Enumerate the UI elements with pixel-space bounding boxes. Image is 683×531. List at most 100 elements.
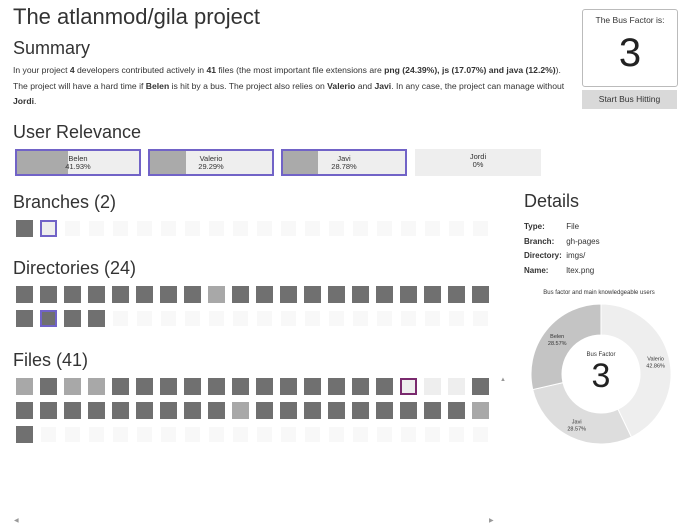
directory-cell[interactable] — [88, 286, 105, 303]
file-cell[interactable] — [256, 378, 273, 395]
user-relevance-heading: User Relevance — [13, 122, 142, 142]
bus-factor-box: The Bus Factor is: 3 — [582, 9, 678, 87]
file-cell[interactable] — [352, 402, 369, 419]
directory-cell[interactable] — [136, 286, 153, 303]
directory-cell[interactable] — [256, 286, 273, 303]
directory-cell[interactable] — [232, 286, 249, 303]
placeholder-cell — [209, 311, 224, 326]
file-cell[interactable] — [448, 378, 465, 395]
file-cell[interactable] — [232, 378, 249, 395]
placeholder-cell — [161, 311, 176, 326]
file-cell[interactable] — [472, 402, 489, 419]
directory-cell[interactable] — [16, 310, 33, 327]
file-cell[interactable] — [208, 378, 225, 395]
directory-cell[interactable] — [424, 286, 441, 303]
file-cell[interactable] — [208, 402, 225, 419]
file-cell[interactable] — [160, 402, 177, 419]
user-relevance-jordi[interactable]: Jordi 0% — [415, 149, 541, 176]
scroll-right-arrow-icon[interactable]: ▶ — [489, 517, 494, 524]
file-cell[interactable] — [16, 402, 33, 419]
file-cell[interactable] — [184, 402, 201, 419]
file-cell[interactable] — [64, 378, 81, 395]
file-cell[interactable] — [184, 378, 201, 395]
user-percentage: 29.29% — [198, 162, 224, 171]
file-cell[interactable] — [232, 402, 249, 419]
placeholder-cell — [209, 427, 224, 442]
directory-cell[interactable] — [328, 286, 345, 303]
user-relevance-label: Jordi 0% — [415, 153, 541, 169]
file-cell[interactable] — [256, 402, 273, 419]
directory-cell[interactable] — [376, 286, 393, 303]
placeholder-cell — [257, 221, 272, 236]
branch-cell[interactable] — [16, 220, 33, 237]
user-percentage: 0% — [472, 160, 484, 169]
file-cell[interactable] — [424, 402, 441, 419]
directory-cell[interactable] — [16, 286, 33, 303]
user-relevance-valerio[interactable]: Valerio 29.29% — [148, 149, 274, 176]
directory-cell[interactable] — [472, 286, 489, 303]
file-cell[interactable] — [328, 402, 345, 419]
directory-cell[interactable] — [448, 286, 465, 303]
branches-heading: Branches (2) — [13, 192, 117, 212]
directory-cell[interactable] — [184, 286, 201, 303]
user-relevance-belen[interactable]: Belen 41.93% — [15, 149, 141, 176]
directory-cell[interactable] — [352, 286, 369, 303]
start-bus-hitting-button[interactable]: Start Bus Hitting — [582, 90, 677, 109]
file-cell[interactable] — [112, 378, 129, 395]
files-vertical-scrollbar[interactable]: ▲ — [499, 377, 507, 515]
file-cell[interactable] — [88, 402, 105, 419]
chart-title: Bus factor and main knowledgeable users — [543, 290, 655, 296]
file-cell[interactable] — [448, 402, 465, 419]
donut-slice-name: Valerio — [647, 357, 664, 363]
file-cell[interactable] — [400, 378, 417, 395]
file-cell[interactable] — [160, 378, 177, 395]
file-cell[interactable] — [400, 402, 417, 419]
directory-cell[interactable] — [88, 310, 105, 327]
file-cell[interactable] — [280, 378, 297, 395]
placeholder-cell — [401, 221, 416, 236]
directory-cell[interactable] — [160, 286, 177, 303]
file-cell[interactable] — [280, 402, 297, 419]
file-cell[interactable] — [304, 402, 321, 419]
directory-cell[interactable] — [40, 310, 57, 327]
directory-cell[interactable] — [400, 286, 417, 303]
directory-cell[interactable] — [40, 286, 57, 303]
file-cell[interactable] — [376, 402, 393, 419]
file-cell[interactable] — [16, 378, 33, 395]
directory-cell[interactable] — [280, 286, 297, 303]
donut-center-value: 3 — [592, 357, 611, 395]
file-cell[interactable] — [304, 378, 321, 395]
bus-factor-value: 3 — [618, 31, 642, 75]
placeholder-cell — [425, 221, 440, 236]
file-cell[interactable] — [376, 378, 393, 395]
file-cell[interactable] — [472, 378, 489, 395]
file-cell[interactable] — [40, 402, 57, 419]
files-horizontal-scrollbar[interactable]: ◀ ▶ — [12, 516, 499, 524]
file-cell[interactable] — [136, 378, 153, 395]
placeholder-cell — [305, 427, 320, 442]
file-cell[interactable] — [136, 402, 153, 419]
placeholder-cell — [161, 221, 176, 236]
donut-slice-name: Javi — [572, 419, 582, 425]
placeholder-cell — [329, 427, 344, 442]
file-cell[interactable] — [40, 378, 57, 395]
file-cell[interactable] — [16, 426, 33, 443]
directory-cell[interactable] — [64, 310, 81, 327]
file-cell[interactable] — [112, 402, 129, 419]
directory-cell[interactable] — [304, 286, 321, 303]
file-cell[interactable] — [64, 402, 81, 419]
directory-cell[interactable] — [208, 286, 225, 303]
branch-cell[interactable] — [40, 220, 57, 237]
placeholder-cell — [305, 311, 320, 326]
donut-slice-pct: 28.57% — [548, 341, 567, 347]
user-relevance-javi[interactable]: Javi 28.78% — [281, 149, 407, 176]
file-cell[interactable] — [352, 378, 369, 395]
file-cell[interactable] — [328, 378, 345, 395]
file-cell[interactable] — [88, 378, 105, 395]
scroll-left-arrow-icon[interactable]: ◀ — [14, 517, 19, 524]
placeholder-cell — [137, 427, 152, 442]
file-cell[interactable] — [424, 378, 441, 395]
scroll-up-arrow-icon[interactable]: ▲ — [500, 377, 506, 383]
directory-cell[interactable] — [64, 286, 81, 303]
directory-cell[interactable] — [112, 286, 129, 303]
